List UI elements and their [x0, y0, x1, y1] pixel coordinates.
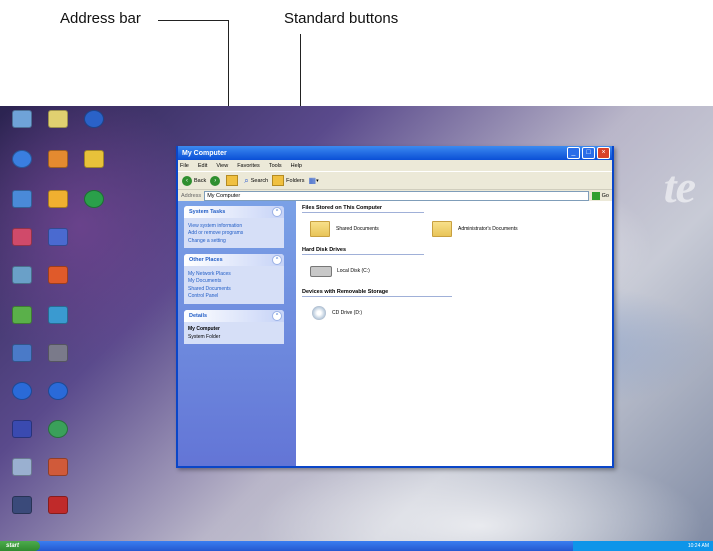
system-tasks-title: System Tasks: [189, 209, 226, 215]
desktop-icon[interactable]: ​: [40, 266, 76, 291]
shared-documents-item[interactable]: Shared Documents: [302, 221, 424, 237]
desktop-icon[interactable]: ​: [4, 496, 40, 521]
desktop-icon[interactable]: ​: [40, 306, 76, 331]
views-icon: ▦: [308, 176, 317, 185]
annotation-address-bar: Address bar: [60, 10, 141, 27]
desktop-icon[interactable]: ​: [40, 228, 76, 253]
taskbar: start 10:24 AM: [0, 541, 713, 551]
desktop-icon[interactable]: ​: [4, 190, 40, 215]
window-content: System Tasks ^ View system information Ad…: [178, 201, 612, 466]
hard-drive-icon: [310, 265, 332, 277]
task-link[interactable]: View system information: [188, 223, 280, 229]
desktop-icon[interactable]: ​: [40, 344, 76, 369]
folder-icon: [432, 221, 452, 237]
annotation-standard-buttons: Standard buttons: [284, 10, 399, 27]
desktop-icon[interactable]: ​: [40, 190, 76, 215]
desktop-icon[interactable]: ​: [4, 306, 40, 331]
collapse-icon[interactable]: ^: [272, 255, 282, 265]
menu-tools[interactable]: Tools: [269, 163, 282, 169]
place-link[interactable]: My Documents: [188, 278, 280, 284]
local-disk-item[interactable]: Local Disk (C:): [302, 265, 424, 277]
menu-favorites[interactable]: Favorites: [237, 163, 260, 169]
desktop-icon[interactable]: ​: [4, 458, 40, 483]
desktop-icon[interactable]: ​: [4, 150, 40, 175]
desktop-icon[interactable]: ​: [4, 110, 40, 135]
address-bar: Address My Computer Go: [178, 189, 612, 201]
views-button[interactable]: ▦ ▾: [309, 176, 319, 185]
task-link[interactable]: Change a setting: [188, 238, 280, 244]
standard-buttons-toolbar: ‹ Back › ⌕ Search Folders ▦ ▾: [178, 171, 612, 189]
menu-help[interactable]: Help: [291, 163, 302, 169]
menu-bar: File Edit View Favorites Tools Help: [178, 160, 612, 171]
system-tray: 10:24 AM: [573, 541, 713, 551]
forward-arrow-icon: ›: [210, 175, 221, 186]
folder-icon: [310, 221, 330, 237]
back-button[interactable]: ‹ Back: [182, 175, 206, 186]
desktop-icon[interactable]: ​: [40, 150, 76, 175]
my-computer-window[interactable]: My Computer _ □ × File Edit View Favorit…: [176, 146, 614, 468]
place-link[interactable]: Control Panel: [188, 293, 280, 299]
desktop-icon[interactable]: ​: [4, 420, 40, 445]
collapse-icon[interactable]: ^: [272, 310, 282, 321]
wallpaper-logo: te: [663, 161, 696, 212]
desktop-icon[interactable]: ​: [76, 110, 112, 135]
up-button[interactable]: [226, 175, 240, 186]
desktop-icon[interactable]: ​: [40, 420, 76, 445]
place-link[interactable]: My Network Places: [188, 271, 280, 277]
search-button[interactable]: ⌕ Search: [244, 176, 268, 186]
desktop-icon[interactable]: ​: [4, 266, 40, 291]
group-header: Hard Disk Drives: [302, 247, 424, 255]
forward-button[interactable]: ›: [210, 175, 222, 186]
folders-button[interactable]: Folders: [272, 175, 305, 186]
cd-drive-icon: [312, 306, 326, 320]
menu-edit[interactable]: Edit: [198, 163, 207, 169]
desktop-icon[interactable]: ​: [40, 382, 76, 407]
details-title: Details: [189, 312, 208, 319]
cd-drive-item[interactable]: CD Drive (D:): [302, 306, 424, 320]
desktop-icon[interactable]: ​: [40, 496, 76, 521]
desktop-icon[interactable]: ​: [40, 458, 76, 483]
other-places-panel: Other Places ^ My Network Places My Docum…: [184, 254, 284, 304]
other-places-title: Other Places: [189, 257, 223, 263]
up-folder-icon: [226, 175, 239, 186]
back-arrow-icon: ‹: [182, 175, 192, 186]
desktop-icon[interactable]: ​: [40, 110, 76, 135]
window-title: My Computer: [182, 149, 227, 157]
go-button[interactable]: Go: [591, 191, 609, 200]
search-icon: ⌕: [244, 175, 249, 185]
clock: 10:24 AM: [687, 543, 709, 549]
file-list: Files Stored on This Computer Shared Doc…: [296, 201, 612, 466]
desktop-icon[interactable]: ​: [4, 382, 40, 407]
desktop-icon[interactable]: ​: [4, 228, 40, 253]
desktop-icon[interactable]: ​: [76, 190, 112, 215]
system-tasks-panel: System Tasks ^ View system information Ad…: [184, 206, 284, 248]
chevron-down-icon: ▾: [316, 177, 319, 184]
desktop-icon[interactable]: ​: [76, 150, 112, 175]
menu-view[interactable]: View: [216, 163, 228, 169]
menu-file[interactable]: File: [180, 163, 189, 169]
maximize-button[interactable]: □: [582, 147, 595, 159]
address-field[interactable]: My Computer: [204, 190, 589, 201]
address-bar-leader-h: [158, 20, 229, 21]
task-pane: System Tasks ^ View system information Ad…: [178, 201, 296, 466]
close-button[interactable]: ×: [597, 147, 610, 159]
group-header: Files Stored on This Computer: [302, 205, 424, 213]
address-label: Address: [181, 192, 202, 199]
task-link[interactable]: Add or remove programs: [188, 230, 280, 236]
place-link[interactable]: Shared Documents: [188, 286, 280, 292]
details-name: My Computer: [188, 326, 220, 332]
start-button[interactable]: start: [0, 541, 40, 551]
collapse-icon[interactable]: ^: [272, 207, 282, 217]
details-panel: Details ^ My Computer System Folder: [184, 309, 284, 344]
details-type: System Folder: [188, 333, 221, 340]
folders-icon: [272, 175, 285, 186]
desktop-icon[interactable]: ​: [4, 344, 40, 369]
go-arrow-icon: [591, 191, 600, 200]
title-bar[interactable]: My Computer _ □ ×: [178, 146, 612, 160]
administrators-documents-item[interactable]: Administrator's Documents: [424, 221, 546, 237]
minimize-button[interactable]: _: [567, 147, 580, 159]
group-header: Devices with Removable Storage: [302, 289, 452, 297]
